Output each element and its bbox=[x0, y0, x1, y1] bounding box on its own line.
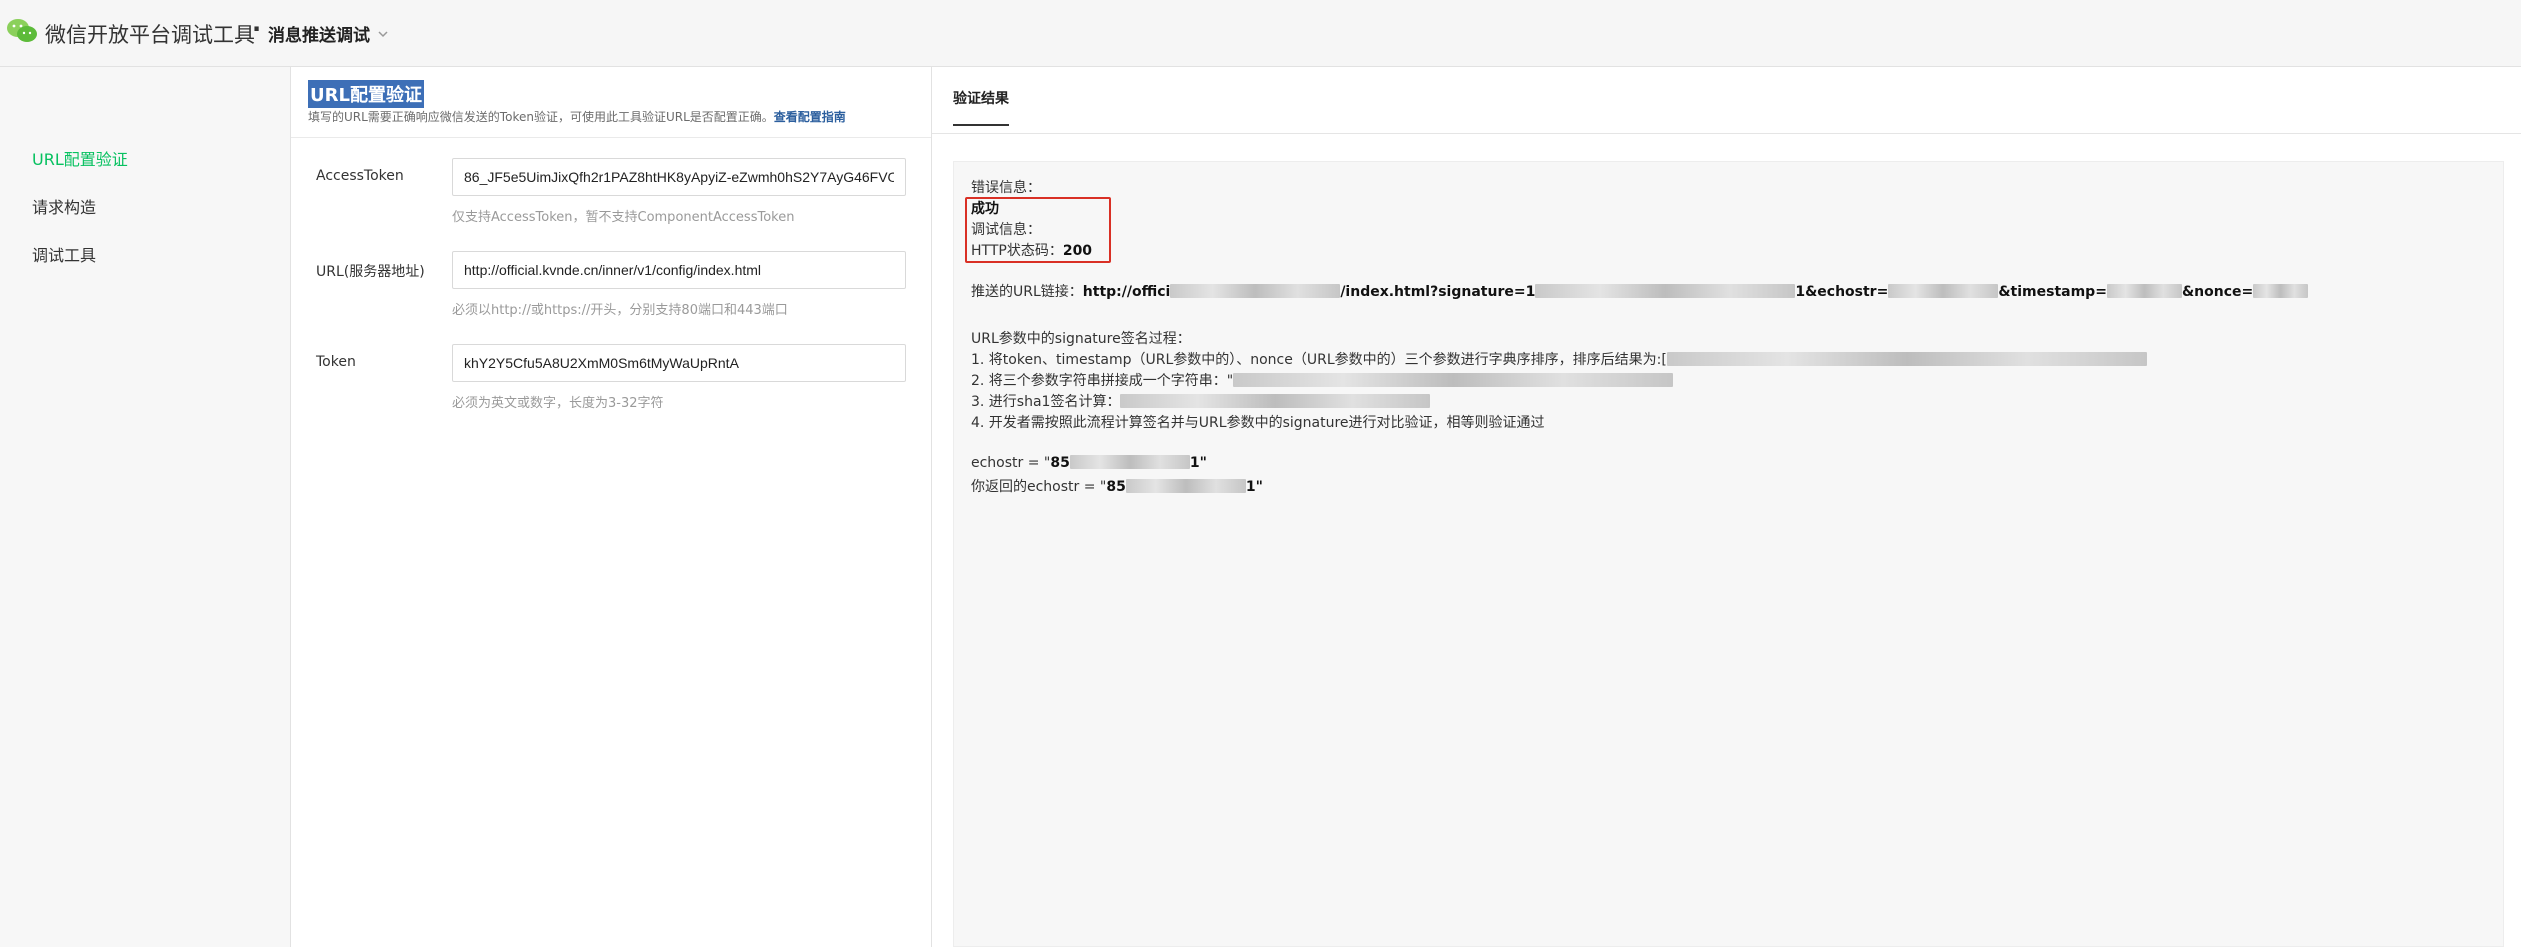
signature-step-4: 4. 开发者需按照此流程计算签名并与URL参数中的signature进行对比验证… bbox=[971, 415, 1545, 431]
redacted-block bbox=[1069, 455, 1190, 469]
access-token-input[interactable] bbox=[452, 158, 906, 196]
redacted-block bbox=[1120, 394, 1431, 408]
url-input[interactable] bbox=[452, 251, 906, 289]
echostr-label: echostr = " bbox=[971, 455, 1051, 471]
redacted-block bbox=[2253, 284, 2309, 298]
wechat-logo-icon bbox=[7, 19, 37, 42]
redacted-block bbox=[1125, 479, 1246, 493]
token-input[interactable] bbox=[452, 344, 906, 382]
push-url-part-4: &timestamp= bbox=[1998, 284, 2107, 300]
sidebar-item-url-config[interactable]: URL配置验证 bbox=[32, 146, 128, 170]
echostr-suffix: 1" bbox=[1189, 455, 1207, 471]
section-description: 填写的URL需要正确响应微信发送的Token验证，可使用此工具验证URL是否配置… bbox=[308, 108, 846, 125]
tab-verify-result[interactable]: 验证结果 bbox=[953, 88, 1009, 126]
result-panel: 验证结果 错误信息： 成功 调试信息： HTTP状态码：200 推送的URL链接… bbox=[932, 67, 2521, 947]
redacted-block bbox=[1233, 373, 1674, 387]
returned-echostr-prefix: 85 bbox=[1106, 479, 1126, 495]
page-select-dropdown[interactable]: 消息推送调试 bbox=[268, 21, 390, 46]
config-guide-link[interactable]: 查看配置指南 bbox=[774, 110, 846, 124]
debug-info-label: 调试信息： bbox=[971, 222, 1041, 238]
sidebar: URL配置验证 请求构造 调试工具 bbox=[0, 67, 291, 947]
returned-echostr-suffix: 1" bbox=[1245, 479, 1263, 495]
success-text: 成功 bbox=[971, 201, 999, 217]
signature-step-2: 2. 将三个参数字符串拼接成一个字符串：" bbox=[971, 370, 1674, 390]
push-url-part-5: &nonce= bbox=[2181, 284, 2254, 300]
signature-step-1: 1. 将token、timestamp（URL参数中的）、nonce（URL参数… bbox=[971, 349, 2147, 369]
push-url-part-1: http://offici bbox=[1082, 284, 1171, 300]
error-info-label: 错误信息： bbox=[971, 180, 1041, 196]
http-status: HTTP状态码：200 bbox=[971, 240, 1092, 260]
redacted-block bbox=[1170, 284, 1341, 298]
token-label: Token bbox=[316, 354, 356, 370]
http-status-value: 200 bbox=[1062, 243, 1093, 259]
redacted-block bbox=[1888, 284, 1999, 298]
signature-step-3: 3. 进行sha1签名计算： bbox=[971, 391, 1431, 411]
push-url-part-3: 1&echostr= bbox=[1795, 284, 1889, 300]
url-config-form: URL配置验证 填写的URL需要正确响应微信发送的Token验证，可使用此工具验… bbox=[291, 67, 932, 947]
echostr-prefix: 85 bbox=[1050, 455, 1070, 471]
returned-echostr-line: 你返回的echostr = "85 1" bbox=[971, 476, 1263, 496]
redacted-block bbox=[1666, 352, 2147, 366]
access-token-hint: 仅支持AccessToken，暂不支持ComponentAccessToken bbox=[452, 210, 795, 225]
echostr-line: echostr = "85 1" bbox=[971, 455, 1207, 471]
url-label: URL(服务器地址) bbox=[316, 264, 425, 280]
title-separator: · bbox=[252, 15, 262, 43]
signature-process-title: URL参数中的signature签名过程： bbox=[971, 331, 1191, 347]
push-url-part-2: /index.html?signature=1 bbox=[1340, 284, 1536, 300]
returned-echostr-label: 你返回的echostr = " bbox=[971, 479, 1107, 495]
sidebar-item-debug-tools[interactable]: 调试工具 bbox=[32, 242, 96, 266]
section-description-text: 填写的URL需要正确响应微信发送的Token验证，可使用此工具验证URL是否配置… bbox=[308, 110, 774, 124]
sidebar-item-request-builder[interactable]: 请求构造 bbox=[32, 194, 96, 218]
push-url-line: 推送的URL链接：http://offici/index.html?signat… bbox=[971, 281, 2309, 301]
redacted-block bbox=[1535, 284, 1796, 298]
access-token-label: AccessToken bbox=[316, 168, 404, 184]
app-title: 微信开放平台调试工具 bbox=[45, 23, 255, 47]
result-output: 错误信息： 成功 调试信息： HTTP状态码：200 推送的URL链接：http… bbox=[953, 161, 2504, 947]
token-hint: 必须为英文或数字，长度为3-32字符 bbox=[452, 396, 664, 411]
top-bar: 微信开放平台调试工具 · 消息推送调试 bbox=[0, 0, 2521, 67]
http-status-label: HTTP状态码： bbox=[971, 243, 1063, 259]
push-url-label: 推送的URL链接： bbox=[971, 284, 1083, 300]
section-title: URL配置验证 bbox=[308, 80, 424, 108]
url-hint: 必须以http://或https://开头，分别支持80端口和443端口 bbox=[452, 303, 788, 318]
form-header: URL配置验证 填写的URL需要正确响应微信发送的Token验证，可使用此工具验… bbox=[291, 67, 931, 138]
page-select-label: 消息推送调试 bbox=[268, 26, 370, 46]
chevron-down-icon bbox=[378, 30, 388, 37]
redacted-block bbox=[2106, 284, 2182, 298]
result-tab-bar: 验证结果 bbox=[932, 67, 2521, 134]
